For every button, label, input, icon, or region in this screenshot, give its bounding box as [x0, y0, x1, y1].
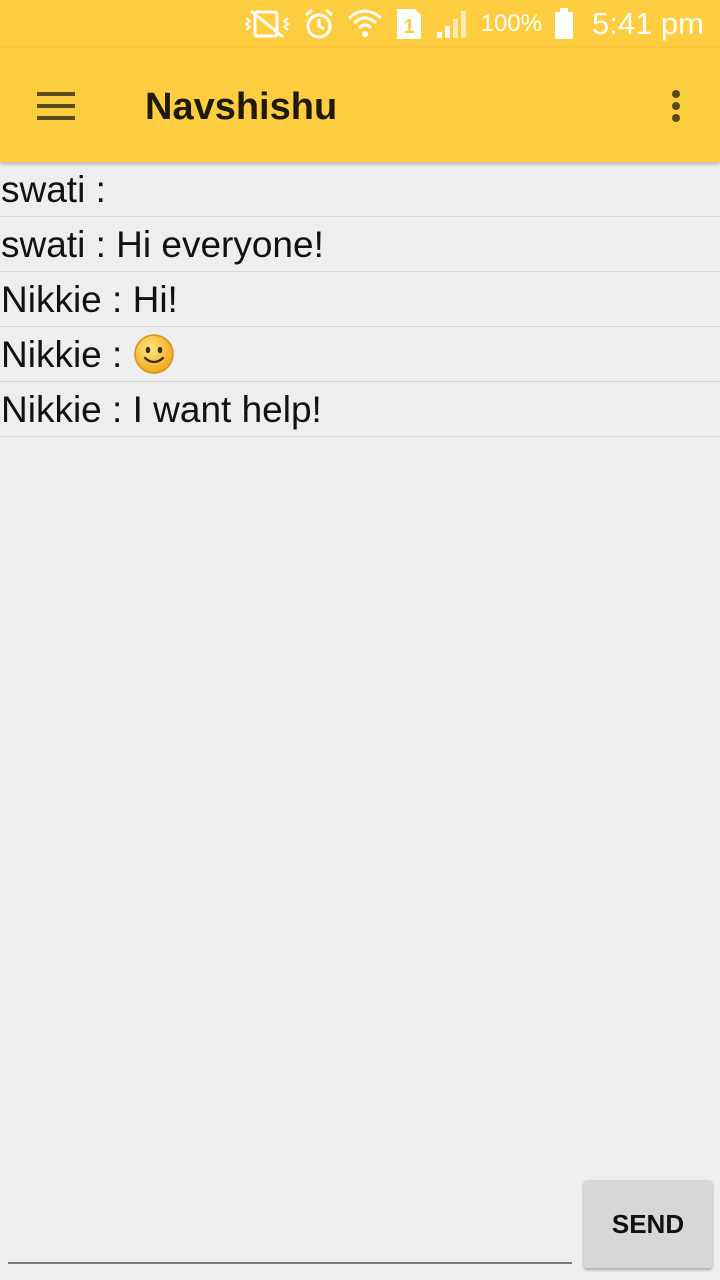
message-list[interactable]: swati : swati : Hi everyone! Nikkie : Hi… — [0, 162, 720, 437]
message-sender: Nikkie — [1, 389, 102, 430]
message-sender: Nikkie — [1, 334, 102, 375]
smiling-face-emoji — [133, 334, 174, 374]
message-sender: Nikkie — [1, 279, 102, 320]
list-item: swati : Hi everyone! — [0, 217, 720, 272]
sim-icon: 1 — [396, 9, 421, 39]
page-title: Navshishu — [145, 86, 338, 128]
list-item: swati : — [0, 162, 720, 217]
send-button[interactable]: SEND — [584, 1180, 712, 1268]
more-vert-icon[interactable] — [656, 82, 696, 130]
alarm-icon — [304, 8, 333, 39]
message-composer: SEND — [0, 1170, 720, 1280]
list-item: Nikkie : Hi! — [0, 272, 720, 327]
signal-icon — [436, 11, 466, 38]
status-icons: 1 100% 5:41 pm — [243, 6, 704, 42]
status-time: 5:41 pm — [591, 6, 704, 41]
message-text: Hi everyone! — [116, 224, 324, 265]
message-sender: swati — [1, 224, 86, 265]
status-bar: 1 100% 5:41 pm — [0, 0, 720, 48]
sim-slot-label: 1 — [403, 16, 414, 38]
app-toolbar: Navshishu — [0, 48, 720, 162]
list-item: Nikkie : I want help! — [0, 382, 720, 437]
message-text: I want help! — [132, 389, 322, 430]
message-sender: swati — [1, 169, 86, 210]
wifi-icon — [347, 9, 382, 37]
vibrate-off-icon — [243, 9, 290, 39]
battery-icon — [554, 8, 573, 39]
message-input[interactable] — [8, 1200, 572, 1264]
battery-percent: 100% — [480, 10, 542, 37]
message-text: Hi! — [132, 279, 178, 320]
list-item: Nikkie : — [0, 327, 720, 382]
hamburger-menu-icon[interactable] — [30, 82, 82, 130]
